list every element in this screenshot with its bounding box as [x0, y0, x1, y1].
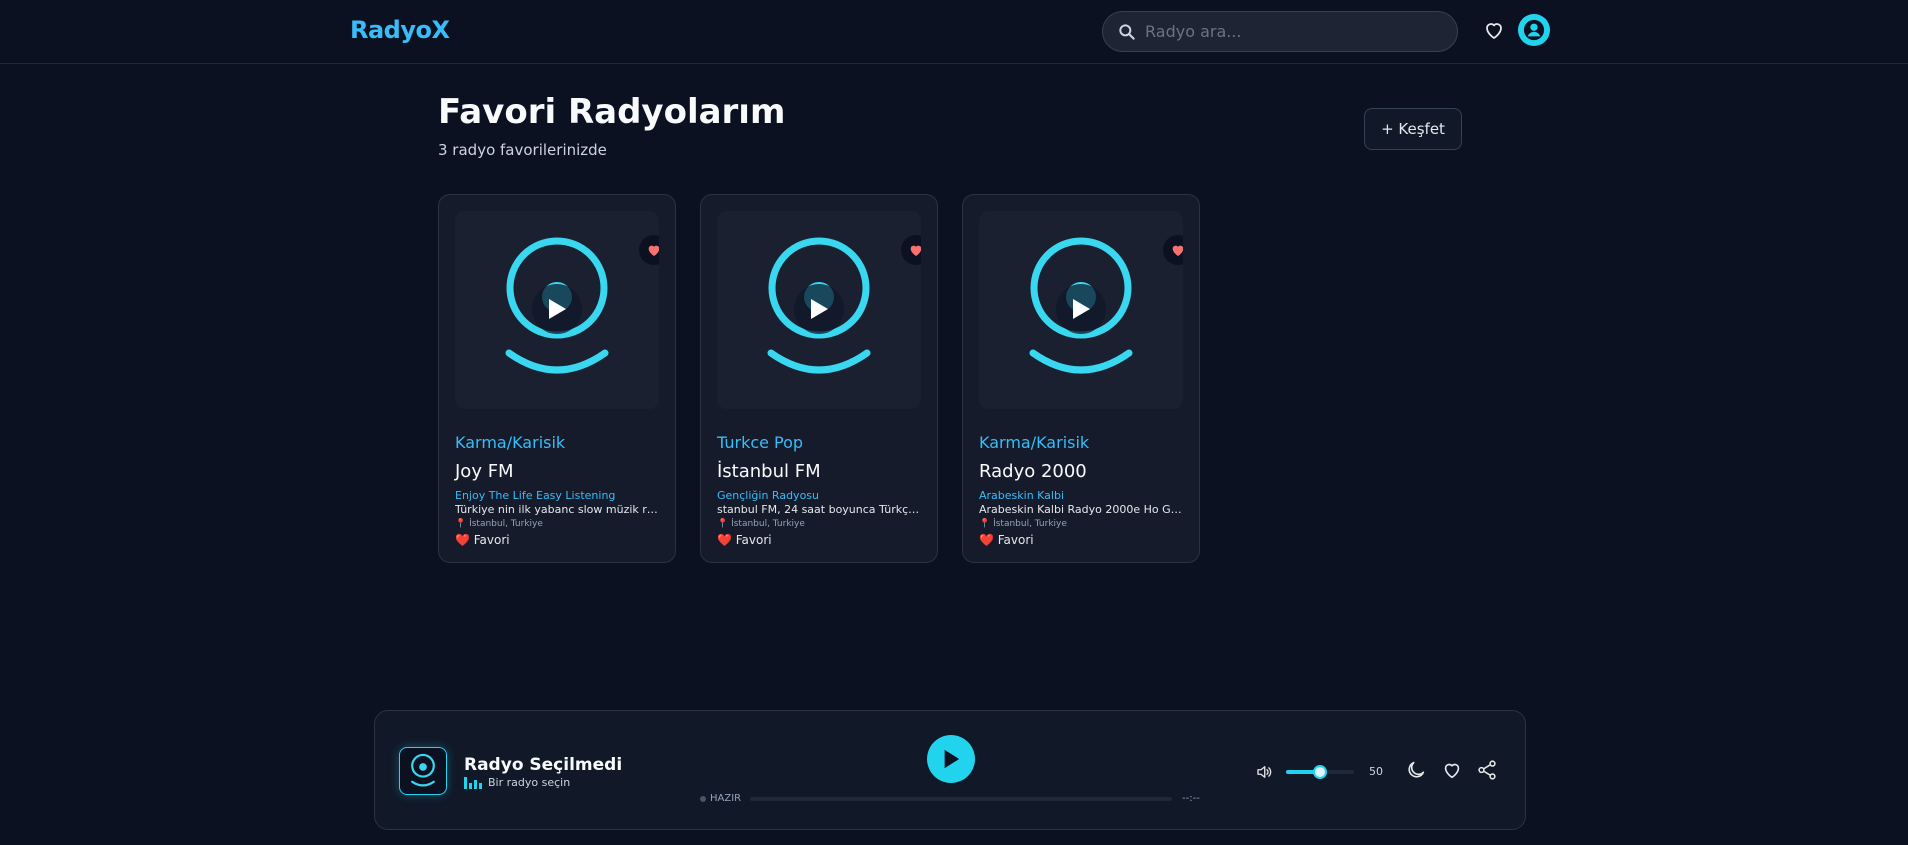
player-time: --:--	[1182, 793, 1200, 804]
favorite-tag: ❤️ Favori	[455, 533, 510, 547]
footer-link-privacy[interactable]: Gizlilik Politikası	[869, 828, 965, 842]
radio-logo-icon	[411, 753, 435, 787]
page-title: Favori Radyolarım	[438, 92, 786, 132]
player-status: HAZIR	[700, 793, 741, 804]
player-title: Radyo Seçilmedi	[464, 755, 623, 775]
favorite-toggle[interactable]	[1163, 235, 1183, 265]
favorite-toggle[interactable]	[901, 235, 921, 265]
user-icon	[1523, 19, 1545, 41]
station-description: stanbul FM, 24 saat boyunca Türkçe pop	[717, 503, 923, 516]
station-genre: Karma/Karisik	[979, 433, 1090, 452]
station-location: 📍 İstanbul, Turkiye	[455, 519, 543, 529]
player-subtitle-text: Bir radyo seçin	[488, 776, 571, 789]
station-genre: Turkce Pop	[717, 433, 804, 452]
favorite-toggle[interactable]	[639, 235, 659, 265]
station-location: 📍 İstanbul, Turkiye	[979, 519, 1067, 529]
station-thumbnail	[717, 211, 921, 409]
search-bar[interactable]	[1102, 11, 1458, 52]
player-thumbnail	[399, 747, 447, 795]
station-location: 📍 İstanbul, Turkiye	[717, 519, 805, 529]
volume-knob[interactable]	[1313, 765, 1327, 779]
station-genre: Karma/Karisik	[455, 433, 566, 452]
discover-button[interactable]: + Keşfet	[1364, 108, 1462, 150]
search-input[interactable]	[1145, 22, 1435, 41]
status-dot	[700, 795, 706, 802]
play-icon	[549, 299, 566, 319]
play-icon	[944, 749, 960, 769]
station-slogan: Enjoy The Life Easy Listening	[455, 489, 616, 502]
station-description: Arabeskin Kalbi Radyo 2000e Ho Geldiniz	[979, 503, 1185, 516]
station-card-radyo-2000[interactable]: Karma/Karisik Radyo 2000 Arabeskin Kalbi…	[962, 194, 1200, 563]
station-slogan: Gençliğin Radyosu	[717, 489, 819, 502]
station-thumbnail	[979, 211, 1183, 409]
site-logo[interactable]: RadyoX	[350, 16, 450, 44]
play-button[interactable]	[794, 284, 844, 334]
play-button[interactable]	[1056, 284, 1106, 334]
moon-icon[interactable]	[1405, 759, 1427, 781]
footer-links: Ana Sayfa İletişim Gizlilik Politikası K…	[705, 828, 1094, 842]
equalizer-icon	[464, 776, 482, 789]
user-avatar[interactable]	[1518, 14, 1550, 46]
top-header: RadyoX	[0, 0, 1908, 64]
station-description: Türkiye nin ilk yabanc slow müzik radyos…	[455, 503, 661, 516]
station-name: İstanbul FM	[717, 461, 821, 482]
station-card-joy-fm[interactable]: Karma/Karisik Joy FM Enjoy The Life Easy…	[438, 194, 676, 563]
audio-player: Radyo Seçilmedi Bir radyo seçin HAZIR --…	[374, 710, 1526, 830]
heart-icon[interactable]	[1441, 759, 1463, 781]
heart-icon	[648, 245, 659, 256]
footer-link-terms[interactable]: Kullanım Şartları	[995, 828, 1094, 842]
station-name: Joy FM	[455, 461, 514, 482]
favorite-tag: ❤️ Favori	[717, 533, 772, 547]
volume-icon[interactable]	[1255, 763, 1273, 781]
player-subtitle: Bir radyo seçin	[464, 776, 570, 789]
play-icon	[811, 299, 828, 319]
play-icon	[1073, 299, 1090, 319]
player-play-button[interactable]	[927, 735, 975, 783]
station-thumbnail	[455, 211, 659, 409]
footer-link-home[interactable]: Ana Sayfa	[705, 828, 766, 842]
page-subtitle: 3 radyo favorilerinizde	[438, 141, 607, 159]
share-icon[interactable]	[1476, 759, 1498, 781]
volume-value: 50	[1369, 765, 1383, 778]
footer-copyright: © 2026 RadyoX. Tüm hakları saklıdır.	[1345, 828, 1568, 842]
volume-slider[interactable]	[1286, 765, 1354, 779]
station-slogan: Arabeskin Kalbi	[979, 489, 1065, 502]
player-status-text: HAZIR	[710, 793, 742, 804]
heart-icon	[910, 245, 921, 256]
station-card-istanbul-fm[interactable]: Turkce Pop İstanbul FM Gençliğin Radyosu…	[700, 194, 938, 563]
station-name: Radyo 2000	[979, 461, 1087, 482]
heart-icon	[1172, 245, 1183, 256]
favorites-heart-icon[interactable]	[1482, 18, 1506, 42]
favorite-tag: ❤️ Favori	[979, 533, 1034, 547]
search-icon	[1119, 23, 1135, 40]
footer-link-contact[interactable]: İletişim	[796, 828, 840, 842]
play-button[interactable]	[532, 284, 582, 334]
progress-bar[interactable]	[750, 797, 1172, 801]
